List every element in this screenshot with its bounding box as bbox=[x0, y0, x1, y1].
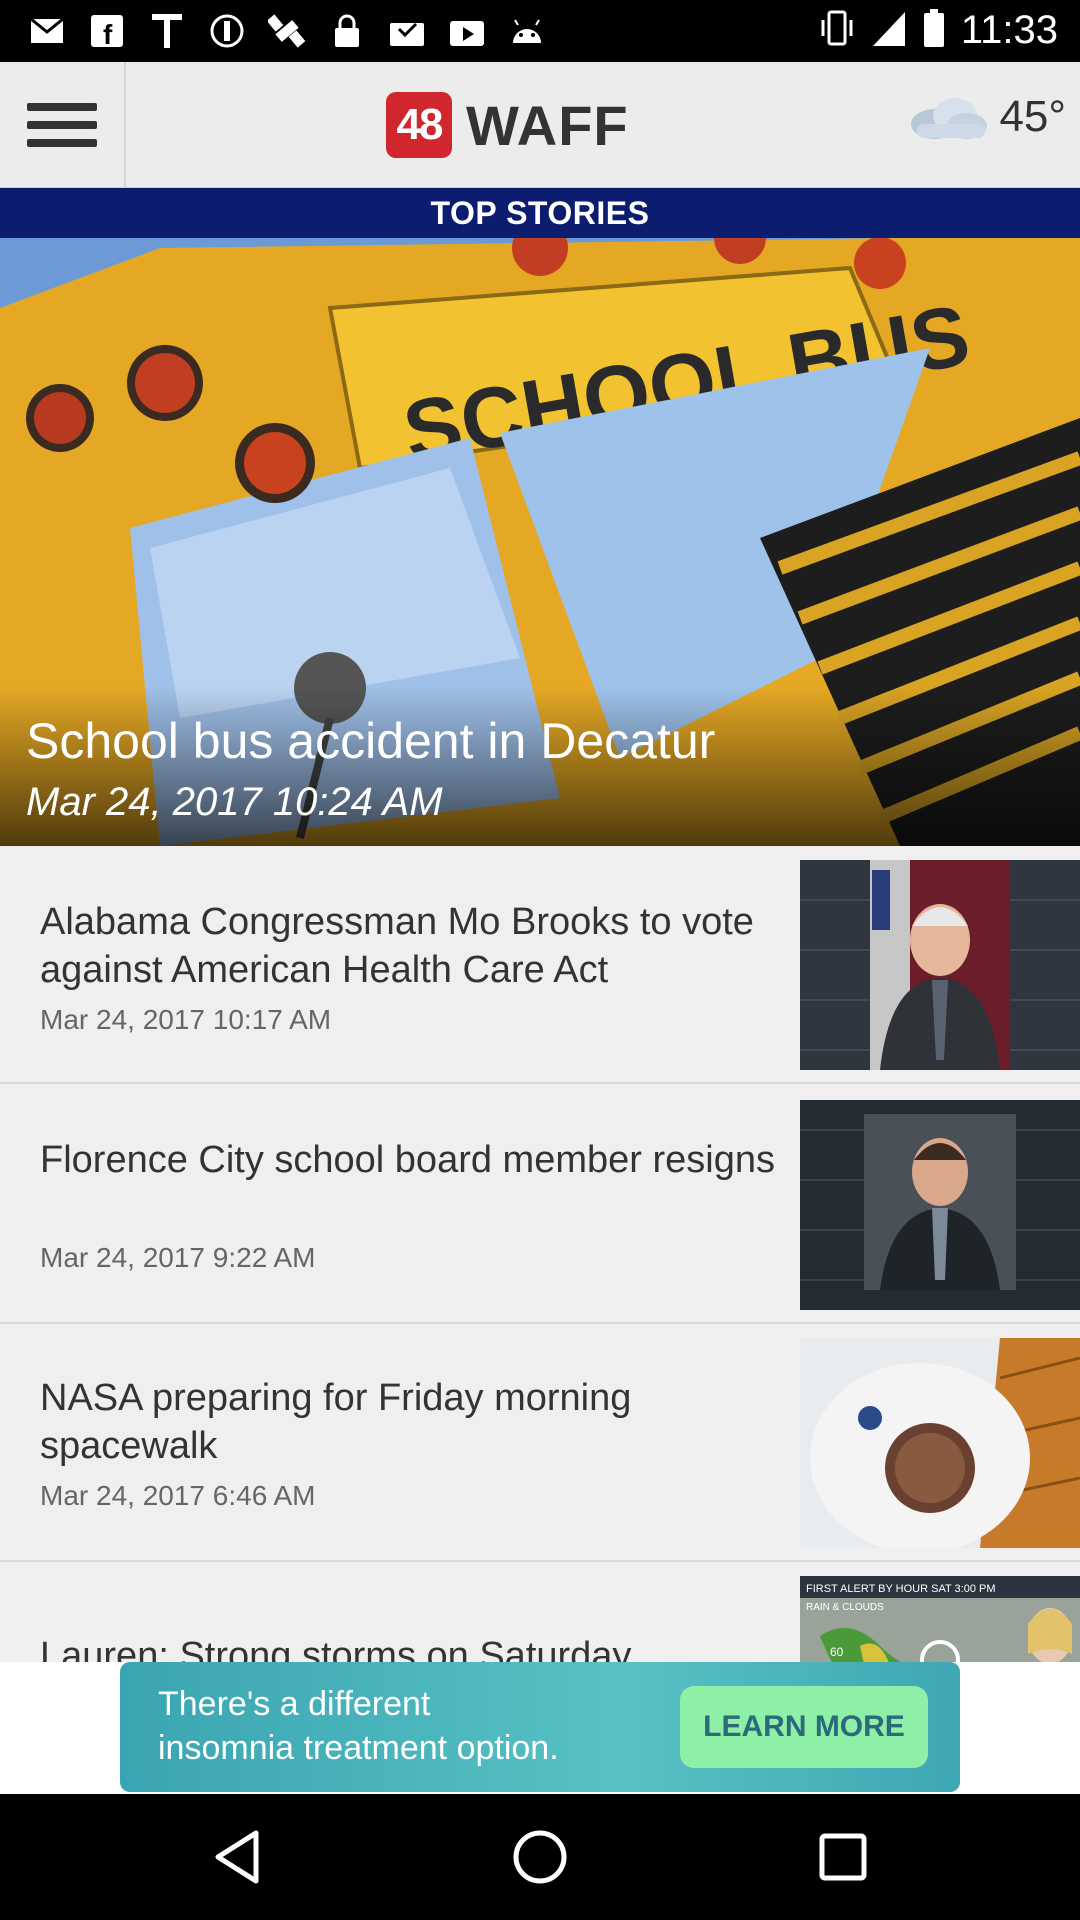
list-item[interactable]: Florence City school board member resign… bbox=[0, 1086, 1080, 1324]
story-date: Mar 24, 2017 9:22 AM bbox=[40, 1242, 316, 1273]
logo-badge: 48 bbox=[386, 92, 452, 158]
astronaut-photo bbox=[800, 1338, 1080, 1548]
mail-icon bbox=[28, 12, 66, 50]
hero-title[interactable]: School bus accident in Decatur bbox=[26, 712, 715, 770]
hero-date: Mar 24, 2017 10:24 AM bbox=[26, 780, 443, 824]
text-t-icon bbox=[148, 12, 186, 50]
cloudy-icon bbox=[911, 98, 988, 139]
battery-icon bbox=[923, 8, 945, 53]
hamburger-icon bbox=[27, 103, 97, 111]
learn-more-button[interactable]: LEARN MORE bbox=[680, 1686, 928, 1768]
map-subcaption: RAIN & CLOUDS bbox=[806, 1602, 884, 1613]
story-thumbnail[interactable]: FIRST ALERT BY HOUR SAT 3:00 PM RAIN & C… bbox=[800, 1576, 1080, 1662]
inbox-check-icon bbox=[388, 12, 426, 50]
ad-creative[interactable]: There's a different insomnia treatment o… bbox=[120, 1662, 960, 1792]
facebook-icon: f bbox=[88, 12, 126, 50]
story-date: Mar 24, 2017 6:46 AM bbox=[40, 1480, 316, 1511]
story-headline[interactable]: NASA preparing for Friday morning spacew… bbox=[40, 1374, 780, 1470]
signal-icon bbox=[871, 8, 907, 53]
story-list[interactable]: Alabama Congressman Mo Brooks to vote ag… bbox=[0, 846, 1080, 1662]
hero-story[interactable]: SCHOOL BUS School bus accident in Decatu… bbox=[0, 238, 1080, 846]
story-headline[interactable]: Alabama Congressman Mo Brooks to vote ag… bbox=[40, 898, 780, 994]
congressman-portrait bbox=[800, 860, 1080, 1070]
back-icon[interactable] bbox=[202, 1822, 272, 1892]
map-temp: 60 bbox=[830, 1645, 844, 1659]
story-thumbnail[interactable] bbox=[800, 1338, 1080, 1548]
story-date: Mar 24, 2017 10:17 AM bbox=[40, 1004, 332, 1035]
app-header: 48 WAFF 45° bbox=[0, 62, 1080, 188]
status-bar: f 11:33 bbox=[0, 0, 1080, 62]
story-headline[interactable]: Lauren: Strong storms on Saturday bbox=[40, 1632, 780, 1662]
list-item[interactable]: Alabama Congressman Mo Brooks to vote ag… bbox=[0, 846, 1080, 1084]
weather-widget[interactable]: 45° bbox=[905, 92, 1066, 142]
status-time: 11:33 bbox=[960, 8, 1058, 52]
logo-name: WAFF bbox=[466, 93, 629, 157]
weather-map: FIRST ALERT BY HOUR SAT 3:00 PM RAIN & C… bbox=[800, 1576, 1080, 1662]
circle-info-icon bbox=[208, 12, 246, 50]
story-thumbnail[interactable] bbox=[800, 1100, 1080, 1310]
vibrate-icon bbox=[819, 8, 855, 53]
play-store-icon bbox=[448, 12, 486, 50]
recents-icon[interactable] bbox=[808, 1822, 878, 1892]
map-caption: FIRST ALERT BY HOUR SAT 3:00 PM bbox=[806, 1583, 996, 1595]
svg-text:f: f bbox=[103, 19, 113, 47]
section-title: TOP STORIES bbox=[0, 188, 1080, 238]
station-logo[interactable]: 48 WAFF bbox=[386, 92, 629, 158]
list-item[interactable]: NASA preparing for Friday morning spacew… bbox=[0, 1324, 1080, 1562]
ad-text-line2: insomnia treatment option. bbox=[158, 1729, 559, 1767]
story-headline[interactable]: Florence City school board member resign… bbox=[40, 1136, 780, 1184]
story-thumbnail[interactable] bbox=[800, 860, 1080, 1070]
lock-icon bbox=[328, 12, 366, 50]
ad-banner[interactable]: There's a different insomnia treatment o… bbox=[0, 1662, 1080, 1794]
fake-gps-icon bbox=[268, 12, 306, 50]
android-icon bbox=[508, 12, 546, 50]
temperature: 45° bbox=[999, 92, 1066, 141]
menu-button[interactable] bbox=[0, 62, 126, 188]
home-icon[interactable] bbox=[505, 1822, 575, 1892]
system-nav-bar bbox=[0, 1794, 1080, 1920]
ad-text-line1: There's a different bbox=[158, 1685, 431, 1723]
board-member-portrait bbox=[800, 1100, 1080, 1310]
list-item[interactable]: Lauren: Strong storms on Saturday FIRST … bbox=[0, 1562, 1080, 1662]
